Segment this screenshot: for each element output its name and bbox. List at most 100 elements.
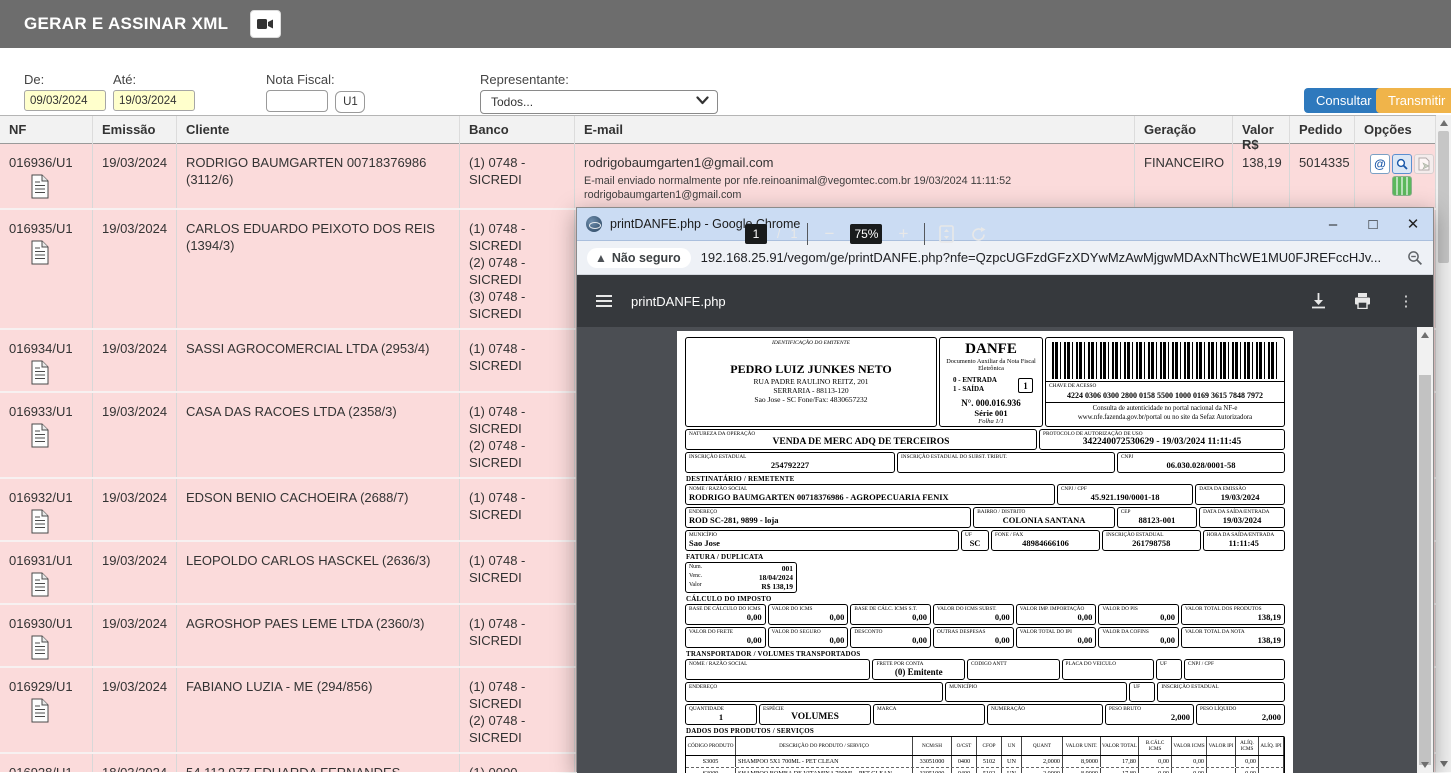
document-icon[interactable] xyxy=(29,509,86,534)
url-bar[interactable]: ▲ Não seguro 192.168.25.91/vegom/ge/prin… xyxy=(577,241,1433,275)
transp-ie-box: INSCRIÇÃO ESTADUAL xyxy=(1157,682,1285,702)
more-options-icon[interactable]: ⋮ xyxy=(1395,288,1417,314)
zoom-indicator-icon[interactable] xyxy=(1407,250,1423,266)
document-icon[interactable] xyxy=(29,174,86,199)
maximize-button[interactable]: □ xyxy=(1353,208,1393,241)
scroll-down-arrow-icon[interactable] xyxy=(1440,761,1448,767)
produtos-col-header: VALOR TOTAL xyxy=(1101,737,1139,755)
print-icon[interactable] xyxy=(1351,288,1373,314)
transp-uf-box: UF xyxy=(1156,659,1182,680)
dest-saida-box: DATA DA SAÍDA/ENTRADA 19/03/2024 xyxy=(1199,507,1285,528)
nf-number: 016929/U1 xyxy=(9,679,73,694)
document-icon[interactable] xyxy=(29,240,86,265)
banco-cell: (1) 0748 - SICREDI xyxy=(460,542,575,603)
danfe-saida: 1 - SAÍDA xyxy=(953,385,997,394)
imposto-section-title: CÁLCULO DO IMPOSTO xyxy=(686,595,1285,603)
imposto-box: VALOR TOTAL DO IPI 0,00 xyxy=(1016,627,1097,648)
produto-valor-total: 17,80 xyxy=(1101,756,1139,767)
transp-especie-value: VOLUMES xyxy=(763,712,867,723)
de-date-input[interactable] xyxy=(24,90,106,111)
nf-series-badge: U1 xyxy=(335,91,365,113)
zoom-in-button[interactable]: + xyxy=(892,221,914,247)
zoom-out-button[interactable]: − xyxy=(818,221,840,247)
close-button[interactable]: ✕ xyxy=(1393,208,1433,241)
transmitir-button[interactable]: Transmitir xyxy=(1376,88,1451,113)
document-icon[interactable] xyxy=(29,572,86,597)
filter-bar: De: Até: Nota Fiscal: U1 Representante: … xyxy=(0,48,1451,115)
nf-cell: 016931/U1 xyxy=(0,542,93,603)
send-email-icon[interactable]: @ xyxy=(1370,154,1390,174)
minimize-button[interactable]: – xyxy=(1313,208,1353,241)
pdf-viewer-area[interactable]: IDENTIFICAÇÃO DO EMITENTE PEDRO LUIZ JUN… xyxy=(577,327,1433,773)
dest-cep-box: CEP 88123-001 xyxy=(1117,507,1197,528)
download-icon[interactable] xyxy=(1307,288,1329,314)
dest-fone-box: FONE / FAX 48984666106 xyxy=(991,530,1100,551)
transp-numeracao-box: NUMERAÇÃO xyxy=(987,704,1103,725)
dest-endereco-value: ROD SC-281, 9899 - loja xyxy=(689,515,967,526)
page-number-input[interactable]: 1 xyxy=(745,224,767,244)
document-icon[interactable] xyxy=(29,423,86,448)
pdf-action-buttons: ⋮ xyxy=(1307,288,1417,314)
emissao-cell: 19/03/2024 xyxy=(93,605,177,666)
transp-pesoliquido-box: PESO LÍQUIDO2,000 xyxy=(1196,704,1285,725)
main-scrollbar[interactable] xyxy=(1436,115,1451,772)
pdf-scroll-up-arrow-icon[interactable] xyxy=(1421,332,1429,338)
ate-date-input[interactable] xyxy=(113,90,195,111)
transp-pesobruto-box: PESO BRUTO2,000 xyxy=(1105,704,1194,725)
imposto-value: 138,19 xyxy=(1185,612,1281,623)
imposto-box: VALOR DO SEGURO 0,00 xyxy=(768,627,849,648)
imposto-row-1: BASE DE CÁLCULO DO ICMS 0,00 VALOR DO IC… xyxy=(685,604,1285,625)
fit-page-icon[interactable] xyxy=(935,221,957,247)
pdf-scroll-down-arrow-icon[interactable] xyxy=(1421,762,1429,768)
nf-number: 016930/U1 xyxy=(9,616,73,631)
table-row: 016936/U1 19/03/2024 RODRIGO BAUMGARTEN … xyxy=(0,144,1436,210)
banco-line: (1) 0000 - CARTEIRA xyxy=(469,764,568,772)
nf-number: 016935/U1 xyxy=(9,221,73,236)
chave-acesso: 4224 0306 0300 2800 0158 5500 1000 0169 … xyxy=(1046,390,1284,402)
menu-icon[interactable] xyxy=(593,288,615,314)
danfe-serie: Série 001 xyxy=(943,408,1039,418)
representante-select[interactable]: Todos... xyxy=(480,90,718,114)
invoice-table-header: NF Emissão Cliente Banco E-mail Geração … xyxy=(0,115,1436,144)
de-label: De: xyxy=(24,72,106,87)
produtos-col-header: ALÍQ. IPI xyxy=(1259,737,1284,755)
document-icon[interactable] xyxy=(29,635,86,660)
popup-titlebar[interactable]: printDANFE.php - Google Chrome – □ ✕ xyxy=(577,208,1433,241)
security-chip[interactable]: ▲ Não seguro xyxy=(587,248,691,268)
zoom-level[interactable]: 75% xyxy=(850,224,882,244)
banco-cell: (1) 0748 - SICREDI(2) 0748 - SICREDI xyxy=(460,668,575,752)
main-scrollbar-thumb[interactable] xyxy=(1438,131,1449,263)
document-icon[interactable] xyxy=(29,698,86,723)
rotate-icon[interactable] xyxy=(967,221,989,247)
export-page-icon[interactable] xyxy=(1414,154,1434,174)
imposto-value: 0,00 xyxy=(1102,635,1175,646)
imposto-box: DESCONTO 0,00 xyxy=(850,627,931,648)
pdf-scrollbar-thumb[interactable] xyxy=(1419,375,1431,765)
danfe-entrada: 0 - ENTRADA xyxy=(953,376,997,385)
magnifier-icon[interactable] xyxy=(1392,154,1412,174)
consultar-button[interactable]: Consultar xyxy=(1304,88,1384,113)
nota-fiscal-input[interactable] xyxy=(266,90,328,112)
page-title: GERAR E ASSINAR XML xyxy=(24,14,228,34)
dest-bairro-box: BAIRRO / DISTRITO COLONIA SANTANA xyxy=(973,507,1115,528)
transp-ie-label: INSCRIÇÃO ESTADUAL xyxy=(1161,684,1281,690)
produto-codigo: S3009 xyxy=(686,768,736,773)
dest-endereco-box: ENDEREÇO ROD SC-281, 9899 - loja xyxy=(685,507,971,528)
pdf-scrollbar[interactable] xyxy=(1417,327,1433,773)
produto-aliq-ipi xyxy=(1259,756,1284,767)
danfe-folha: Folha 1/1 xyxy=(943,418,1039,425)
danfe-tipo-box: 1 xyxy=(1018,378,1033,393)
dest-cnpj-box: CNPJ / CPF 45.921.190/0001-18 xyxy=(1057,484,1193,505)
transp-municipio-label: MUNICÍPIO xyxy=(949,684,1123,690)
produtos-table: CÓDIGO PRODUTO DESCRIÇÃO DO PRODUTO / SE… xyxy=(685,736,1285,773)
imposto-value: 0,00 xyxy=(772,612,845,623)
imposto-value: 0,00 xyxy=(1020,612,1093,623)
produto-cfop: 5102 xyxy=(977,768,1002,773)
cnpj-box: CNPJ 06.030.028/0001-58 xyxy=(1117,452,1285,473)
document-icon[interactable] xyxy=(29,360,86,385)
scroll-up-arrow-icon[interactable] xyxy=(1440,120,1448,126)
xml-file-icon[interactable] xyxy=(1392,176,1412,196)
ie-box: INSCRIÇÃO ESTADUAL 254792227 xyxy=(685,452,895,473)
video-tutorial-button[interactable] xyxy=(250,10,281,38)
produto-un: UN xyxy=(1002,768,1022,773)
